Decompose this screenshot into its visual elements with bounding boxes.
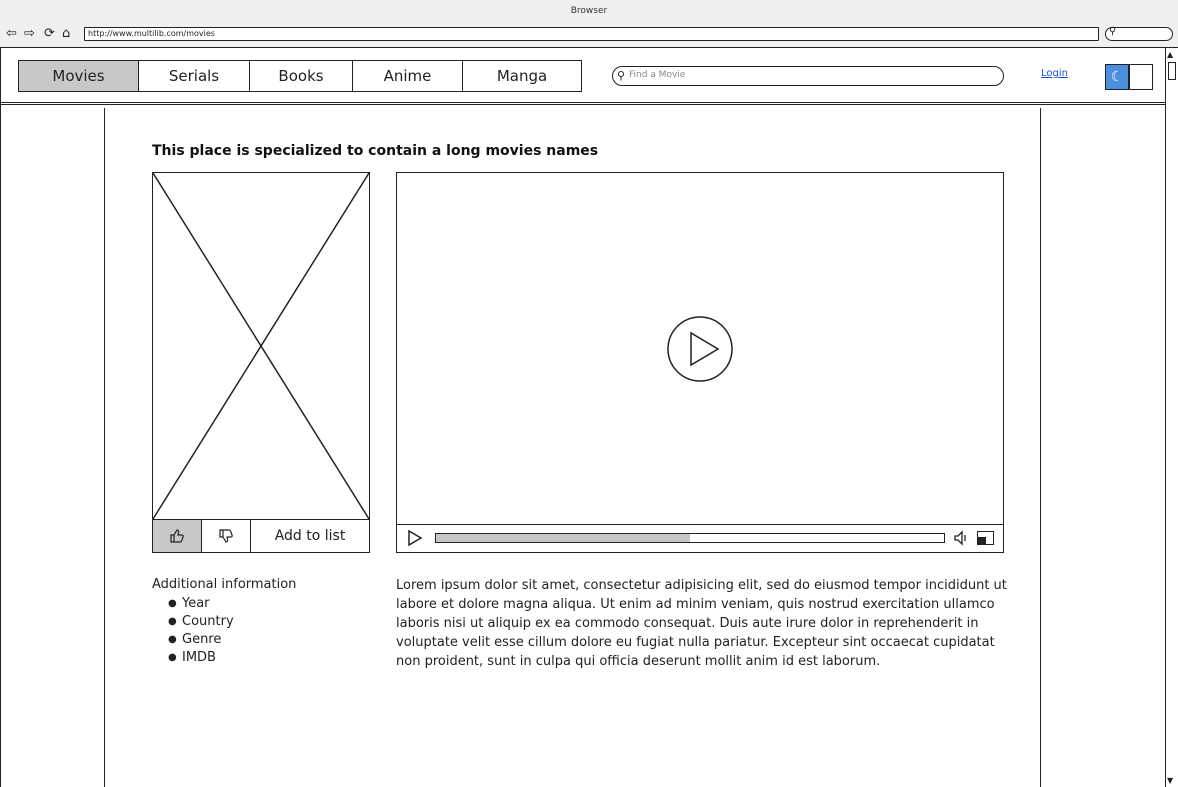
url-field[interactable]: http://www.multilib.com/movies [84,27,1099,41]
reload-icon[interactable]: ⟳ [44,26,55,42]
tab-manga[interactable]: Manga [463,61,581,91]
movie-search-input[interactable]: ⚲ Find a Movie [612,66,1004,86]
additional-info: Additional information Year Country Genr… [152,577,296,667]
additional-info-heading: Additional information [152,577,297,592]
browser-search-field[interactable]: ⚲ [1105,26,1173,41]
forward-arrow-icon[interactable]: ⇨ [24,26,35,42]
scroll-thumb[interactable] [1168,62,1176,80]
like-button[interactable] [153,520,202,552]
movie-description: Lorem ipsum dolor sit amet, consectetur … [396,578,1007,669]
light-mode-half[interactable] [1128,65,1152,89]
scroll-down-icon[interactable]: ▼ [1167,776,1173,785]
tab-anime[interactable]: Anime [353,61,463,91]
poster-image-placeholder [152,172,370,520]
list-item: IMDB [152,649,296,667]
dislike-button[interactable] [202,520,251,552]
vertical-scrollbar[interactable]: ▲ ▼ [1165,48,1178,787]
fullscreen-button[interactable] [977,531,994,545]
fullscreen-icon [978,537,986,544]
dark-mode-half[interactable]: ☾ [1106,65,1128,89]
movie-actions: Add to list [152,520,370,553]
nav-divider [0,102,1165,105]
browser-search-icon: ⚲ [1109,26,1117,37]
moon-icon: ☾ [1110,69,1124,85]
home-icon[interactable]: ⌂ [62,26,70,42]
thumbs-up-icon [170,529,184,543]
browser-title: Browser [570,6,608,16]
main-nav: Movies Serials Books Anime Manga [18,60,582,92]
back-arrow-icon[interactable]: ⇦ [6,26,17,42]
tab-books[interactable]: Books [250,61,353,91]
tab-serials[interactable]: Serials [139,61,250,91]
browser-address-row: ⇦ ⇨ ⟳ ⌂ http://www.multilib.com/movies ⚲ [0,24,1178,48]
scroll-up-icon[interactable]: ▲ [1167,50,1173,59]
image-placeholder-icon [153,173,369,519]
list-item: Genre [152,631,296,649]
login-link[interactable]: Login [1041,68,1068,79]
browser-titlebar: Browser [0,0,1178,24]
play-icon[interactable] [407,530,423,546]
progress-bar[interactable] [435,533,945,543]
progress-fill [436,534,690,542]
search-placeholder: Find a Movie [629,70,686,80]
video-player [396,172,1004,553]
player-controls [397,524,1003,552]
thumbs-down-icon [219,529,233,543]
volume-icon[interactable] [953,530,969,546]
additional-info-list: Year Country Genre IMDB [152,595,296,667]
movie-title: This place is specialized to contain a l… [152,143,599,159]
list-item: Year [152,595,296,613]
play-large-icon[interactable] [666,315,734,383]
list-item: Country [152,613,296,631]
add-to-list-button[interactable]: Add to list [251,520,369,552]
tab-movies[interactable]: Movies [19,61,139,91]
search-icon: ⚲ [617,69,626,82]
theme-toggle[interactable]: ☾ [1105,64,1153,90]
